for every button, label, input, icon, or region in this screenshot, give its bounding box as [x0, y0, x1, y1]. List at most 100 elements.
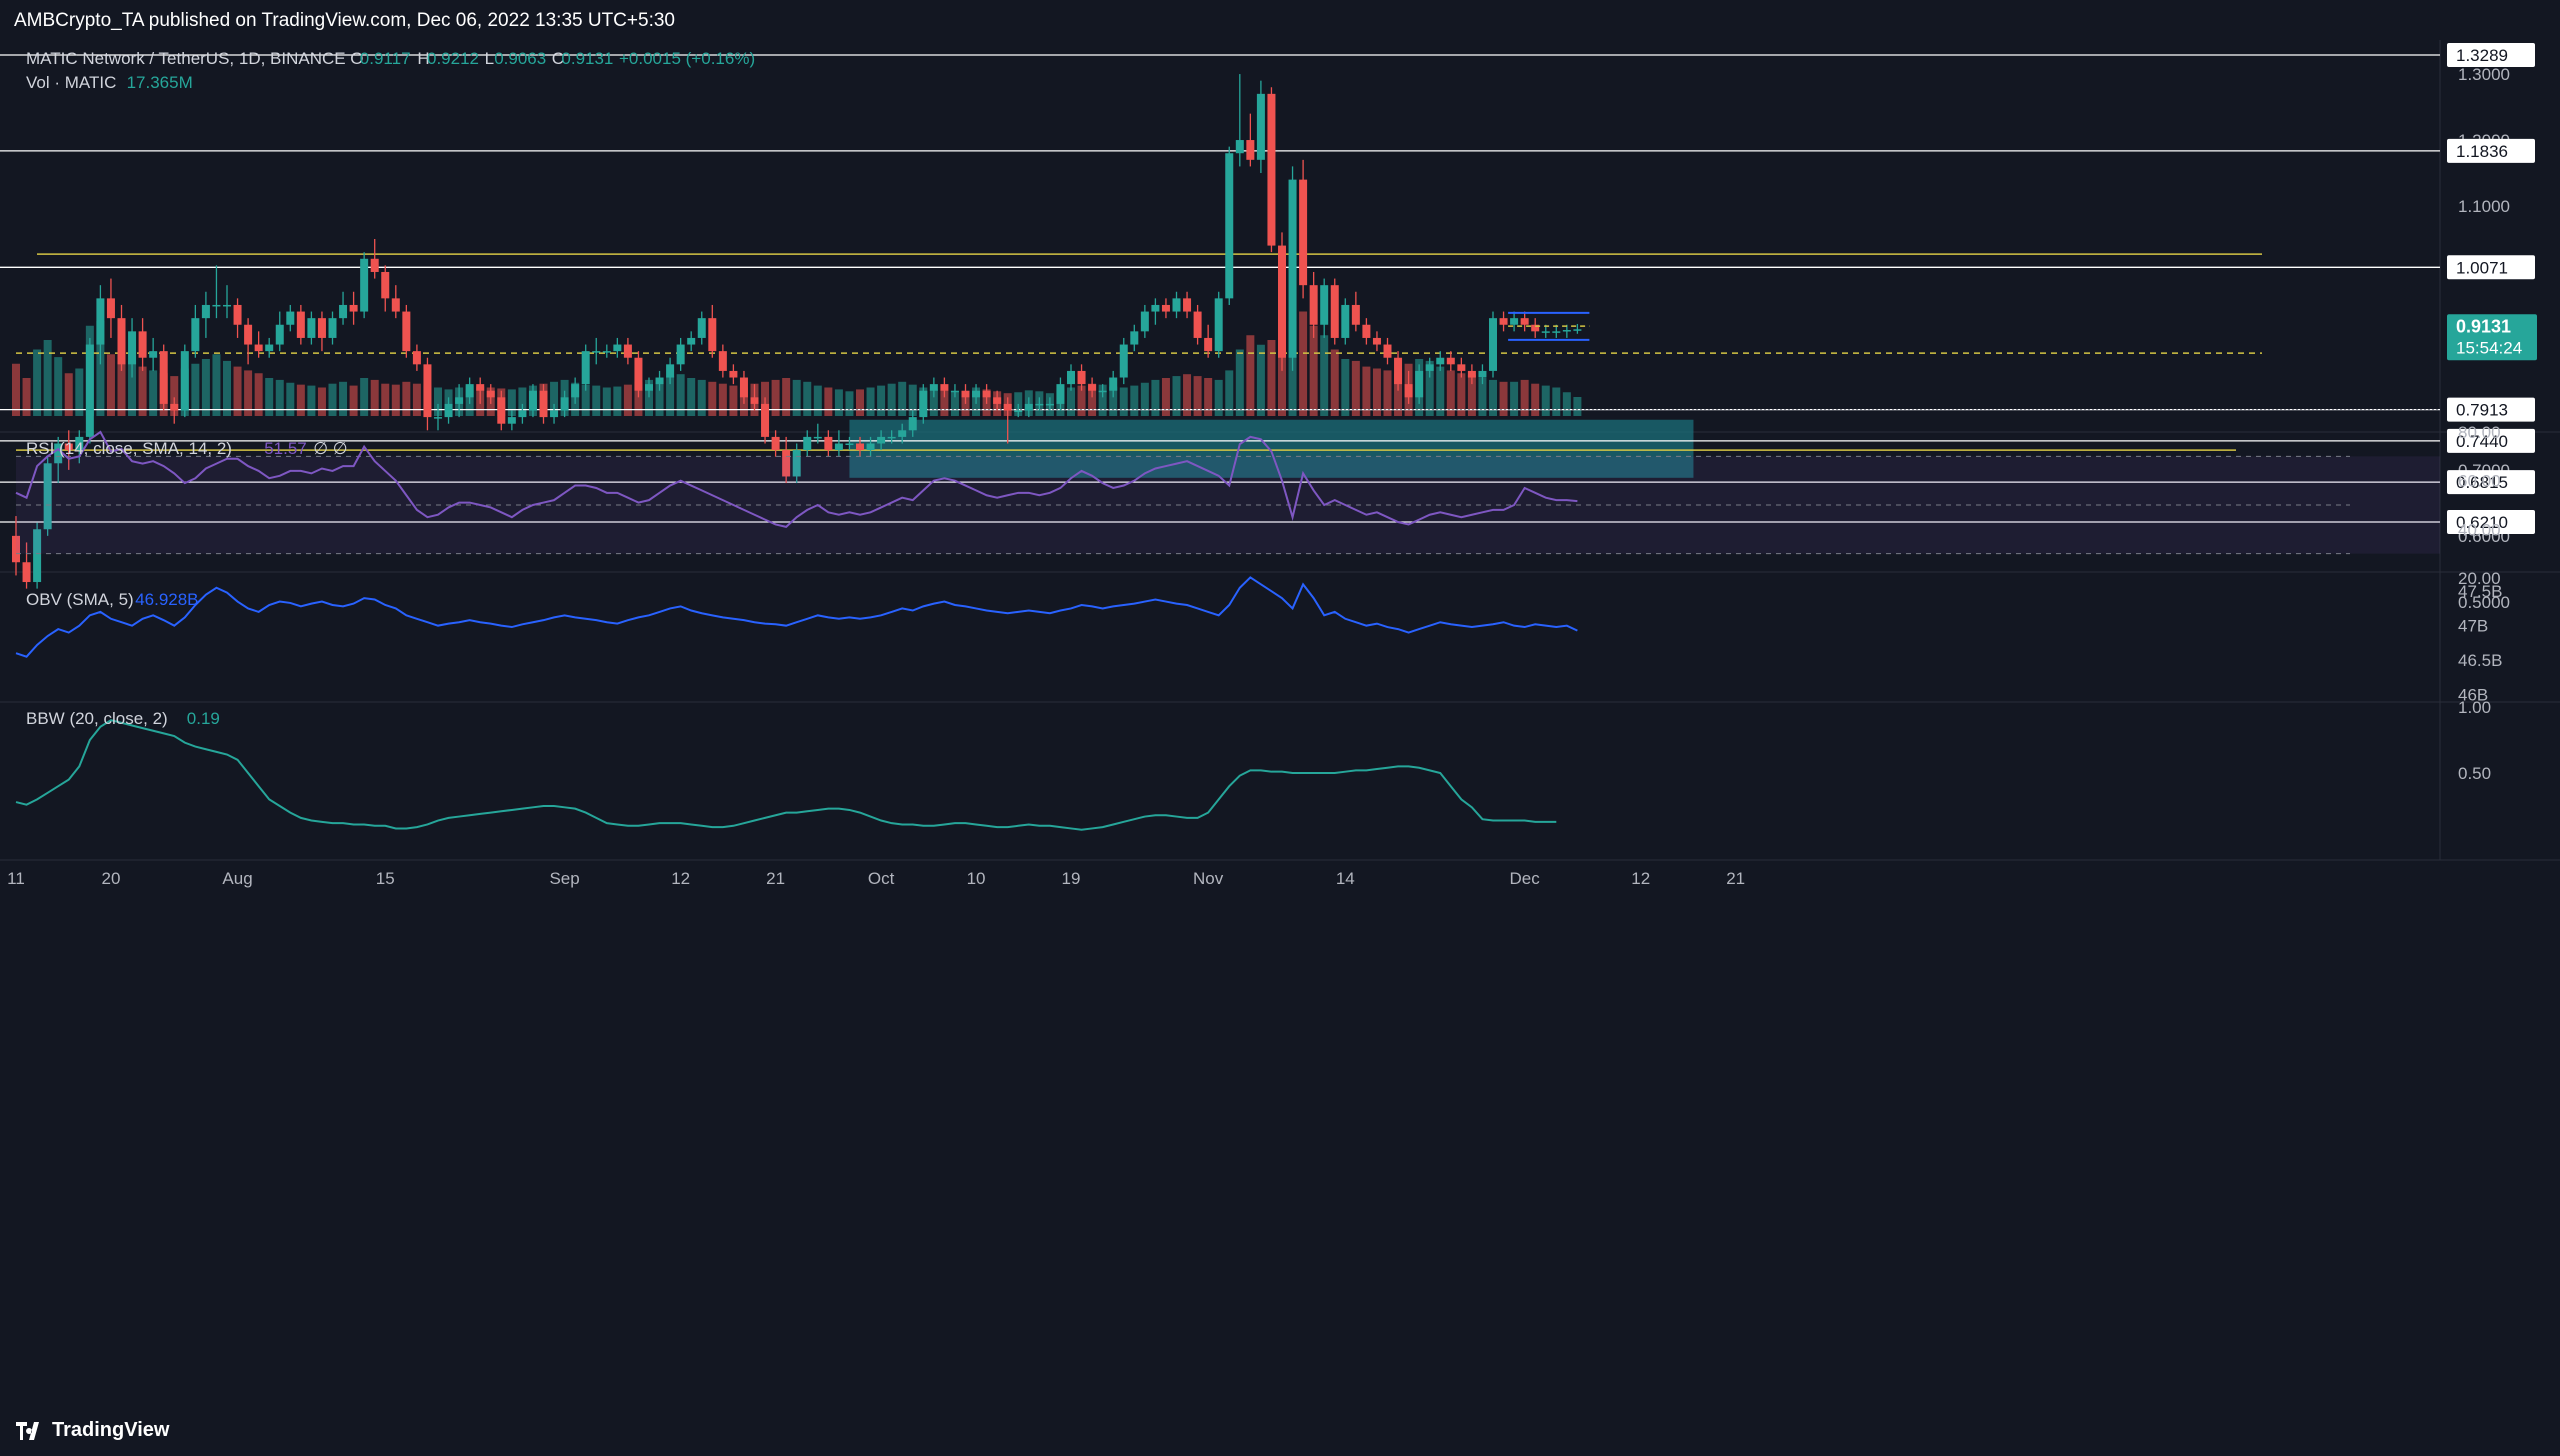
candle-body [528, 390, 537, 411]
candle-body [434, 417, 442, 419]
candle-body [697, 318, 706, 338]
volume-bar [1362, 366, 1371, 416]
legend-rsi-extra: ∅ ∅ [313, 439, 347, 458]
volume-bar [233, 366, 242, 416]
candle-body [244, 324, 253, 345]
current-price-text: 0.9131 [2456, 316, 2511, 336]
publisher-text: AMBCrypto_TA published on TradingView.co… [14, 10, 675, 31]
volume-bar [1562, 392, 1571, 416]
candle-body [845, 443, 854, 445]
candle-body [1225, 153, 1234, 299]
candle-body [1415, 370, 1424, 398]
legend-l-label: L [485, 49, 494, 68]
candle-body [761, 403, 770, 437]
volume-bar [1151, 379, 1160, 416]
volume-bar [708, 381, 717, 416]
candle-body [834, 443, 843, 451]
candle-body [1425, 364, 1434, 371]
candle-body [571, 384, 580, 398]
candle-body [929, 384, 938, 391]
candle-body [1035, 403, 1044, 406]
candle-body [972, 390, 981, 398]
legend-change: +0.0015 (+0.16%) [619, 49, 755, 68]
volume-bar [1341, 359, 1350, 416]
time-tick-label: 21 [1726, 869, 1745, 888]
bbw-pane [15, 719, 1557, 831]
candle-body [982, 390, 991, 398]
time-tick-label: 21 [766, 869, 785, 888]
volume-bar [307, 385, 316, 416]
candle-body [602, 351, 611, 353]
legend-vol-label: Vol · MATIC [26, 73, 116, 92]
volume-bar [824, 387, 833, 416]
legend-o-value: 0.9117 [360, 49, 411, 68]
candle-body [581, 351, 590, 385]
candle-body [370, 258, 379, 272]
candle-body [1235, 140, 1244, 154]
volume-bar [138, 366, 147, 416]
volume-bar [1299, 311, 1308, 416]
volume-bar [1140, 382, 1149, 416]
candle-body [180, 351, 189, 411]
candle-body [1499, 318, 1508, 325]
candle-body [1045, 403, 1054, 406]
candle-body [1172, 298, 1181, 312]
candle-body [961, 390, 970, 398]
bbw-tick-label: 0.50 [2458, 764, 2491, 783]
obv-tick-label: 47.5B [2458, 582, 2502, 601]
bbw-line [15, 719, 1557, 831]
candle-body [1003, 403, 1012, 411]
candle-body [275, 324, 284, 345]
time-tick-label: Dec [1510, 869, 1541, 888]
volume-bar [391, 384, 400, 416]
candle-body [1573, 329, 1582, 331]
price-axis: USDT1.30001.20001.10000.70000.60000.5000… [2447, 43, 2537, 783]
candle-body [687, 337, 696, 345]
candle-body [317, 318, 326, 338]
volume-bar [54, 357, 63, 416]
candle-body [296, 311, 305, 338]
candle-body [265, 344, 274, 352]
rsi-tick-label: 60.00 [2458, 472, 2501, 491]
candle-body [391, 298, 400, 312]
candle-body [149, 351, 158, 358]
level-label-text: 1.1836 [2456, 142, 2508, 161]
volume-bar [1351, 360, 1360, 416]
volume-bar [1246, 335, 1255, 416]
legend-rsi-label: RSI (14, close, SMA, 14, 2) [26, 439, 232, 458]
candle-body [1436, 357, 1445, 365]
candle-body [423, 364, 432, 418]
volume-bar [1489, 379, 1497, 416]
candle-body [349, 304, 358, 312]
volume-bar [339, 381, 348, 416]
volume-bar [697, 379, 706, 416]
countdown-text: 15:54:24 [2456, 338, 2522, 357]
volume-bar [1573, 397, 1582, 416]
volume-bar [592, 385, 601, 416]
candle-body [877, 436, 886, 444]
chart-canvas[interactable]: USDT1.30001.20001.10000.70000.60000.5000… [0, 40, 2560, 1405]
legend-bbw-label: BBW (20, close, 2) [26, 709, 168, 728]
candle-body [1088, 384, 1097, 391]
candle-body [803, 436, 812, 451]
level-label-text: 0.7913 [2456, 401, 2508, 420]
time-tick-label: Oct [868, 869, 895, 888]
volume-bar [898, 381, 907, 416]
time-tick-label: 12 [671, 869, 690, 888]
volume-bar [328, 383, 337, 416]
volume-bar [370, 379, 379, 416]
volume-bar [813, 385, 822, 416]
candle-body [476, 384, 485, 391]
obv-pane [15, 576, 1578, 658]
price-tick-label: 1.3000 [2458, 65, 2510, 84]
candle-body [328, 318, 337, 338]
candle-body [919, 390, 928, 418]
volume-bar [317, 387, 326, 416]
volume-bar [75, 368, 84, 416]
volume-bar [286, 382, 295, 416]
candle-body [1119, 344, 1128, 378]
legend-obv-value: 46.928B [135, 590, 198, 609]
candle-body [1246, 140, 1255, 160]
candle-body [1341, 304, 1350, 338]
tradingview-logo[interactable]: TradingView [16, 1419, 169, 1442]
